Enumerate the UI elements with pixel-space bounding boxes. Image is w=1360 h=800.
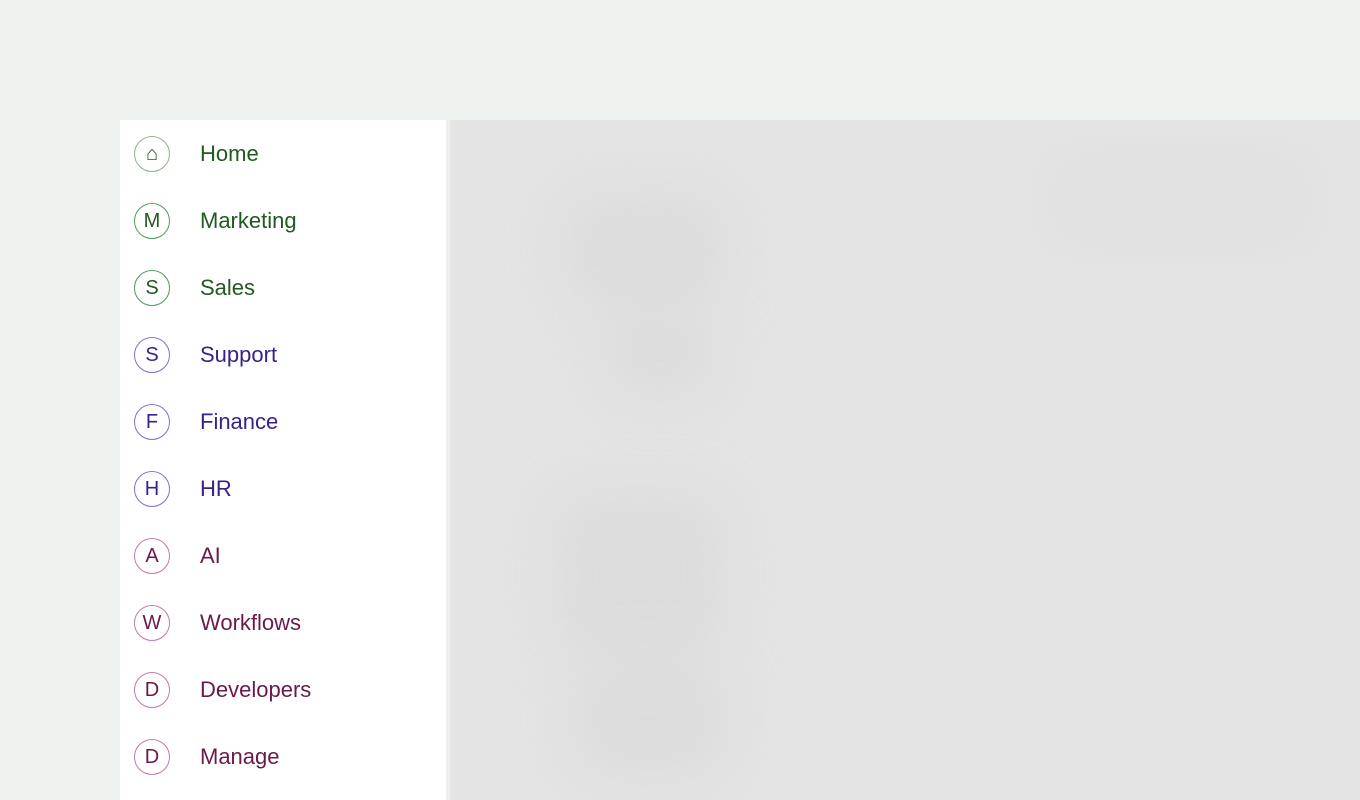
sales-initial-icon: S [134,269,170,306]
sidebar-item-label: Support [200,341,278,367]
sidebar-item-marketing[interactable]: M Marketing [120,187,448,254]
sidebar-item-label: HR [200,475,232,501]
sidebar-item-label: Manage [200,743,280,769]
blurred-shape [550,490,730,660]
sidebar-item-label: AI [200,542,221,568]
sidebar-item-label: Sales [200,274,256,300]
sidebar-item-sales[interactable]: S Sales [120,254,448,321]
sidebar-item-finance[interactable]: F Finance [120,388,448,455]
sidebar-item-label: Marketing [200,207,297,233]
sidebar-item-manage[interactable]: D Manage [120,723,448,790]
ai-initial-icon: A [134,537,170,574]
sidebar-item-support[interactable]: S Support [120,321,448,388]
top-bar [0,0,1360,120]
manage-initial-icon: D [134,738,170,775]
sidebar-item-ai[interactable]: A AI [120,522,448,589]
hr-initial-icon: H [134,470,170,507]
page: ⌂ Home M Marketing S Sales S Support F F… [0,0,1360,800]
blurred-shape [600,310,720,400]
developers-initial-icon: D [134,671,170,708]
sidebar-item-hr[interactable]: H HR [120,455,448,522]
workflows-initial-icon: W [134,604,170,641]
sidebar-item-label: Workflows [200,609,302,635]
sidebar-item-label: Developers [200,676,312,702]
sidebar-item-home[interactable]: ⌂ Home [120,120,448,187]
sidebar-nav: ⌂ Home M Marketing S Sales S Support F F… [120,120,448,800]
sidebar-item-label: Home [200,140,259,166]
blurred-shape [570,660,730,780]
blurred-shape [1050,160,1310,240]
main-content-placeholder [450,120,1360,800]
finance-initial-icon: F [134,403,170,440]
sidebar-item-workflows[interactable]: W Workflows [120,589,448,656]
sidebar-item-label: Finance [200,408,279,434]
sidebar-item-developers[interactable]: D Developers [120,656,448,723]
home-icon: ⌂ [134,135,170,172]
marketing-initial-icon: M [134,202,170,239]
support-initial-icon: S [134,336,170,373]
blurred-shape [560,190,730,310]
